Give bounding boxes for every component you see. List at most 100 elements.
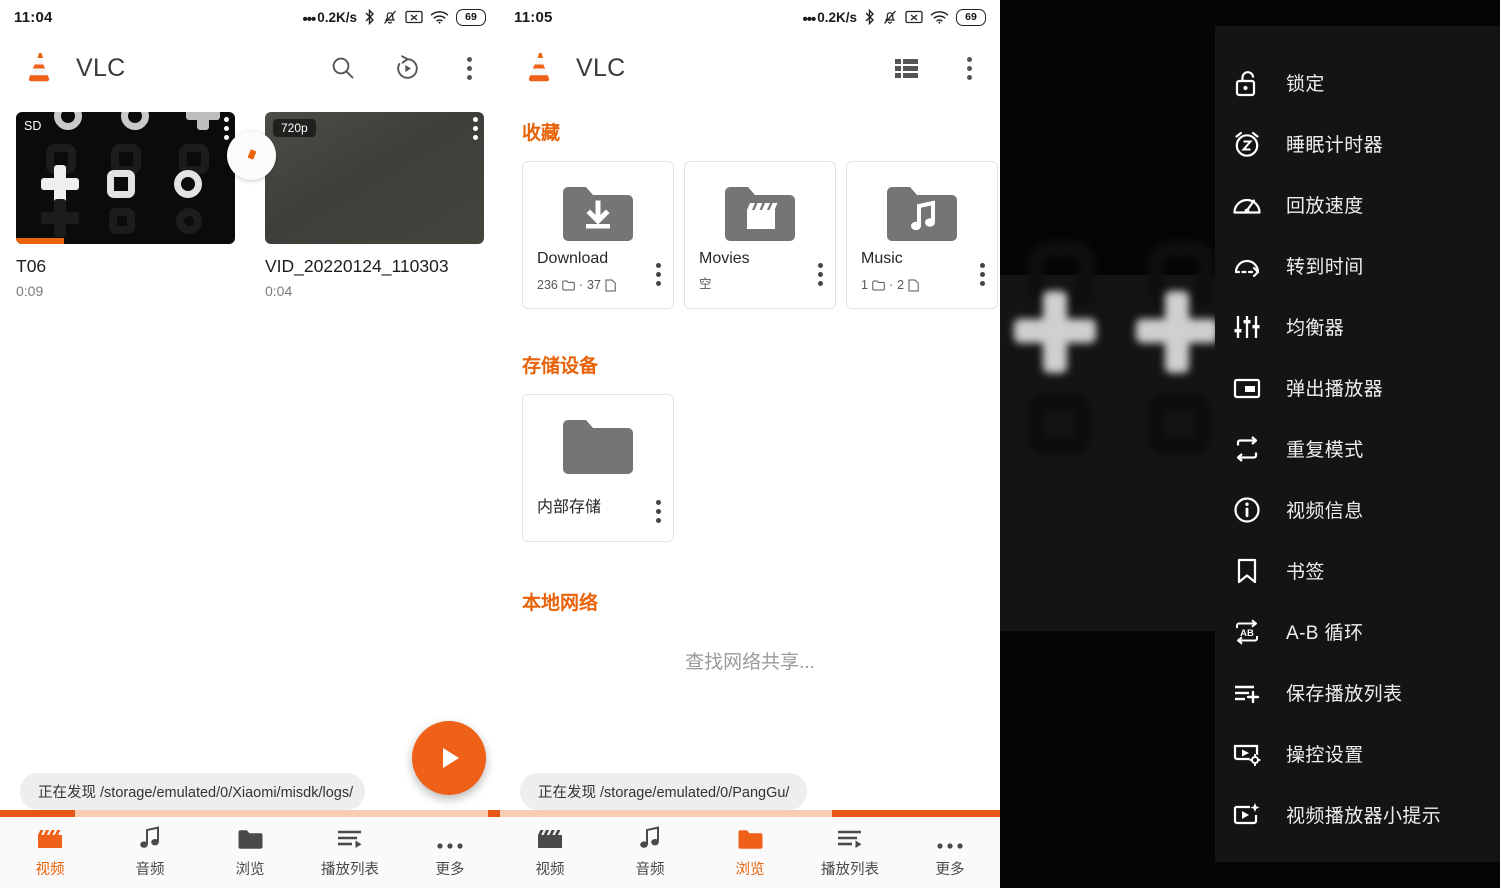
folder-overflow-icon[interactable] xyxy=(980,263,985,286)
menu-item-jump-to-time[interactable]: 转到时间 xyxy=(1215,235,1500,296)
menu-item-label: 弹出播放器 xyxy=(1286,379,1384,400)
menu-item-label: 视频信息 xyxy=(1286,501,1364,522)
folder-name: Movies xyxy=(699,250,750,267)
touch-indicator xyxy=(227,131,276,180)
menu-item-repeat-mode[interactable]: 重复模式 xyxy=(1215,418,1500,479)
nav-item-browse[interactable]: 浏览 xyxy=(700,828,800,879)
nav-item-audio[interactable]: 音频 xyxy=(100,825,200,879)
nav-label: 更多 xyxy=(935,861,965,878)
scan-progress-bar-middle xyxy=(500,810,1000,817)
touch-indicator-mark xyxy=(247,149,257,160)
video-item[interactable]: SD T06 0:09 xyxy=(16,112,235,299)
folder-card-movies[interactable]: Movies 空 xyxy=(684,161,836,309)
video-overflow-icon[interactable] xyxy=(224,117,229,140)
overflow-menu-icon[interactable] xyxy=(456,53,482,83)
nav-label: 浏览 xyxy=(235,861,265,878)
section-title-storage: 存储设备 xyxy=(522,356,599,377)
folder-meta: 1 · 2 xyxy=(861,278,919,292)
no-sim-icon xyxy=(905,10,923,24)
menu-item-popup-player[interactable]: 弹出播放器 xyxy=(1215,357,1500,418)
video-quality-badge: SD xyxy=(24,119,42,133)
equalizer-icon xyxy=(1230,310,1264,344)
player-settings-icon xyxy=(1230,737,1264,771)
menu-item-video-info[interactable]: 视频信息 xyxy=(1215,479,1500,540)
multi-phone-screenshot: 11:04 ••• 0.2K/s 69 VLC SD T06 0:09 720p… xyxy=(0,0,1500,888)
video-thumbnail[interactable]: 720p xyxy=(265,112,484,244)
folder-card-download[interactable]: Download 236 · 37 xyxy=(522,161,674,309)
status-bar-left: 11:04 ••• 0.2K/s 69 xyxy=(0,0,500,34)
menu-item-playback-speed[interactable]: 回放速度 xyxy=(1215,174,1500,235)
menu-item-ab-repeat[interactable]: AB A-B 循环 xyxy=(1215,601,1500,662)
clapperboard-icon xyxy=(537,828,563,850)
list-view-icon[interactable] xyxy=(892,53,922,83)
favorites-card-row: Download 236 · 37 Movies 空 Music 1 · 2 xyxy=(522,161,998,309)
more-icon xyxy=(436,828,464,850)
folder-overflow-icon[interactable] xyxy=(656,500,661,523)
folder-overflow-icon[interactable] xyxy=(818,263,823,286)
notification-muted-icon xyxy=(382,9,398,25)
video-title: T06 xyxy=(16,256,47,276)
nav-item-browse[interactable]: 浏览 xyxy=(200,828,300,879)
discover-path: /storage/emulated/0/PangGu/ xyxy=(600,785,790,801)
folder-icon xyxy=(561,417,635,482)
nav-item-more[interactable]: 更多 xyxy=(400,828,500,879)
watch-progress-bar xyxy=(16,238,65,244)
history-icon[interactable] xyxy=(392,53,422,83)
clapperboard-icon xyxy=(37,828,63,850)
phone-panel-player-menu: 锁定 睡眠计时器 回放速度 转到时间 均衡器 弹出播放器 重复模式 视频信息 书… xyxy=(1000,0,1500,888)
play-fab-button[interactable] xyxy=(412,721,486,795)
menu-item-label: 书签 xyxy=(1286,562,1325,583)
network-speed: ••• 0.2K/s xyxy=(302,9,357,28)
menu-item-sleep-timer[interactable]: 睡眠计时器 xyxy=(1215,113,1500,174)
discover-label: 正在发现 xyxy=(538,785,596,801)
video-quality-badge: 720p xyxy=(273,119,316,137)
player-tips-icon xyxy=(1230,798,1264,832)
player-options-menu: 锁定 睡眠计时器 回放速度 转到时间 均衡器 弹出播放器 重复模式 视频信息 书… xyxy=(1215,26,1500,862)
nav-item-video[interactable]: 视频 xyxy=(0,828,100,879)
nav-item-video[interactable]: 视频 xyxy=(500,828,600,879)
discover-path: /storage/emulated/0/Xiaomi/misdk/logs/ xyxy=(100,785,354,801)
nav-item-more[interactable]: 更多 xyxy=(900,828,1000,879)
battery-icon: 69 xyxy=(456,8,486,26)
folder-overflow-icon[interactable] xyxy=(656,263,661,286)
menu-item-player-tips[interactable]: 视频播放器小提示 xyxy=(1215,784,1500,845)
storage-card-row: 内部存储 xyxy=(522,394,978,542)
video-overflow-icon[interactable] xyxy=(473,117,478,140)
bluetooth-icon xyxy=(364,8,375,26)
music-note-icon xyxy=(139,825,161,850)
menu-item-bookmarks[interactable]: 书签 xyxy=(1215,540,1500,601)
repeat-icon xyxy=(1230,432,1264,466)
video-thumbnail[interactable]: SD xyxy=(16,112,235,244)
svg-text:AB: AB xyxy=(1240,628,1254,639)
nav-item-playlist[interactable]: 播放列表 xyxy=(800,828,900,879)
overflow-menu-icon[interactable] xyxy=(956,53,982,83)
menu-item-equalizer[interactable]: 均衡器 xyxy=(1215,296,1500,357)
speedometer-icon xyxy=(1230,188,1264,222)
nav-item-audio[interactable]: 音频 xyxy=(600,825,700,879)
menu-item-label: 保存播放列表 xyxy=(1286,684,1403,705)
notification-muted-icon xyxy=(882,9,898,25)
folder-card-internal-storage[interactable]: 内部存储 xyxy=(522,394,674,542)
search-icon[interactable] xyxy=(328,53,358,83)
network-activity-icon: ••• xyxy=(302,10,316,28)
nav-label: 播放列表 xyxy=(321,861,379,878)
menu-item-label: 回放速度 xyxy=(1286,196,1364,217)
status-bar-middle: 11:05 ••• 0.2K/s 69 xyxy=(500,0,1000,34)
file-mini-icon xyxy=(605,279,616,292)
folder-name: Download xyxy=(537,250,609,267)
nav-item-playlist[interactable]: 播放列表 xyxy=(300,828,400,879)
menu-item-player-settings[interactable]: 操控设置 xyxy=(1215,723,1500,784)
menu-item-label: 转到时间 xyxy=(1286,257,1364,278)
app-title-left: VLC xyxy=(76,53,126,82)
video-item[interactable]: 720p VID_20220124_110303 0:04 xyxy=(265,112,484,299)
wifi-icon xyxy=(930,10,949,24)
phone-panel-browse: 11:05 ••• 0.2K/s 69 VLC 收藏 Download 236 … xyxy=(500,0,1000,888)
toolbar-actions-middle xyxy=(892,53,982,83)
section-title-network: 本地网络 xyxy=(522,593,599,614)
folder-name: 内部存储 xyxy=(537,499,602,516)
sleep-timer-icon xyxy=(1230,127,1264,161)
menu-item-label: 锁定 xyxy=(1286,74,1325,95)
folder-card-music[interactable]: Music 1 · 2 xyxy=(846,161,998,309)
menu-item-save-playlist[interactable]: 保存播放列表 xyxy=(1215,662,1500,723)
menu-item-lock[interactable]: 锁定 xyxy=(1215,52,1500,113)
